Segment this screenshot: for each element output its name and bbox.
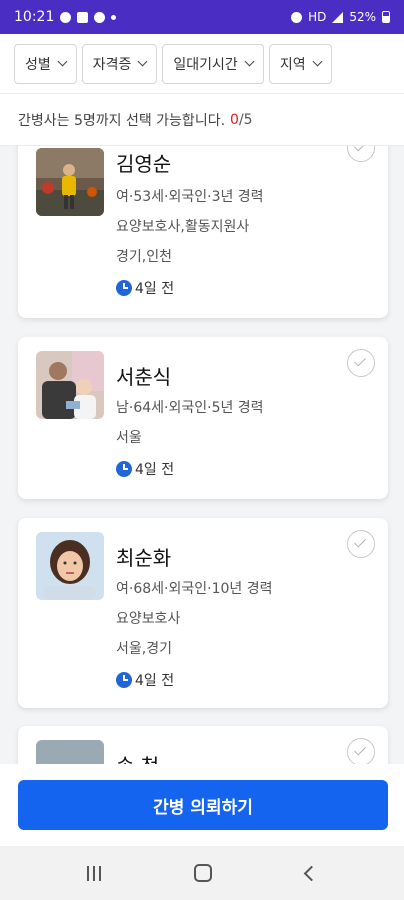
chevron-down-icon <box>137 56 148 67</box>
caregiver-certificates: 요양보호사,활동지원사 <box>116 219 250 235</box>
filter-label: 지역 <box>279 56 306 73</box>
caregiver-info: 여·68세·외국인·10년 경력 <box>116 581 273 597</box>
caregiver-card[interactable]: 김영순 여·53세·외국인·3년 경력 요양보호사,활동지원사 경기,인천 4일… <box>18 146 388 318</box>
signal-icon <box>332 11 344 23</box>
network-label: HD <box>308 10 327 24</box>
caregiver-card[interactable]: 최순화 여·68세·외국인·10년 경력 요양보호사 서울,경기 4일 전 <box>18 518 388 708</box>
filter-label: 성별 <box>25 56 51 73</box>
caregiver-certificates: 요양보호사 <box>116 611 181 627</box>
battery-icon <box>382 11 390 23</box>
notice-text: 간병사는 5명까지 선택 가능합니다. <box>18 112 226 129</box>
max-count: 5 <box>243 111 253 128</box>
filter-certificate[interactable]: 자격증 <box>81 43 158 84</box>
posted-time-label: 4일 전 <box>135 673 175 689</box>
selected-count: 0 <box>230 111 239 128</box>
bottom-action-area: 간병 의뢰하기 <box>0 764 404 846</box>
caregiver-card[interactable]: 서춘식 남·64세·외국인·5년 경력 서울 4일 전 <box>18 337 388 499</box>
chevron-down-icon <box>57 56 68 67</box>
select-check-button[interactable] <box>347 146 375 162</box>
clock-icon <box>116 672 132 688</box>
caregiver-list[interactable]: 김영순 여·53세·외국인·3년 경력 요양보호사,활동지원사 경기,인천 4일… <box>0 146 404 764</box>
caregiver-region: 서울 <box>116 430 142 446</box>
notification-dot-icon <box>111 14 117 20</box>
app-icon <box>94 11 106 23</box>
filter-waiting-time[interactable]: 일대기시간 <box>162 43 264 84</box>
caregiver-info: 남·64세·외국인·5년 경력 <box>116 400 264 416</box>
caregiver-photo <box>36 351 104 419</box>
back-icon[interactable] <box>303 865 320 881</box>
status-time: 10:21 <box>14 9 55 25</box>
filter-label: 일대기시간 <box>173 56 238 73</box>
battery-percent: 52% <box>349 10 376 24</box>
posted-time: 4일 전 <box>116 278 174 298</box>
clock-icon <box>116 461 132 477</box>
chevron-down-icon <box>244 56 255 67</box>
caregiver-photo <box>36 740 104 764</box>
filter-bar: 성별 자격증 일대기시간 지역 <box>0 34 404 94</box>
posted-time: 4일 전 <box>116 670 174 690</box>
posted-time: 4일 전 <box>116 459 174 479</box>
caregiver-info: 여·53세·외국인·3년 경력 <box>116 189 264 205</box>
posted-time-label: 4일 전 <box>135 462 175 478</box>
gallery-icon <box>77 11 89 23</box>
filter-gender[interactable]: 성별 <box>14 43 77 84</box>
filter-region[interactable]: 지역 <box>268 43 332 84</box>
system-nav-bar <box>0 846 404 900</box>
caregiver-photo <box>36 148 104 216</box>
filter-label: 자격증 <box>92 56 132 73</box>
clock-icon <box>116 280 132 296</box>
home-icon[interactable] <box>194 864 213 882</box>
select-check-button[interactable] <box>347 738 375 764</box>
caregiver-photo <box>36 532 104 600</box>
caregiver-region: 서울,경기 <box>116 641 172 657</box>
status-bar: 10:21 HD 52% <box>0 0 404 34</box>
request-care-button[interactable]: 간병 의뢰하기 <box>18 780 388 830</box>
select-check-button[interactable] <box>347 530 375 558</box>
caregiver-name: 서춘식 <box>116 365 172 389</box>
caregiver-name: 최순화 <box>116 546 172 570</box>
caregiver-region: 경기,인천 <box>116 249 172 265</box>
chevron-down-icon <box>312 56 323 67</box>
caregiver-name: 김영순 <box>116 152 172 176</box>
selection-notice: 간병사는 5명까지 선택 가능합니다. 0 / 5 <box>0 94 404 146</box>
recent-apps-icon[interactable] <box>86 865 101 881</box>
posted-time-label: 4일 전 <box>135 281 175 297</box>
caregiver-card[interactable]: 송 청 <box>18 726 388 764</box>
chat-icon <box>60 11 72 23</box>
select-check-button[interactable] <box>347 349 375 377</box>
caregiver-name: 송 청 <box>116 750 159 764</box>
alarm-icon <box>291 11 303 23</box>
